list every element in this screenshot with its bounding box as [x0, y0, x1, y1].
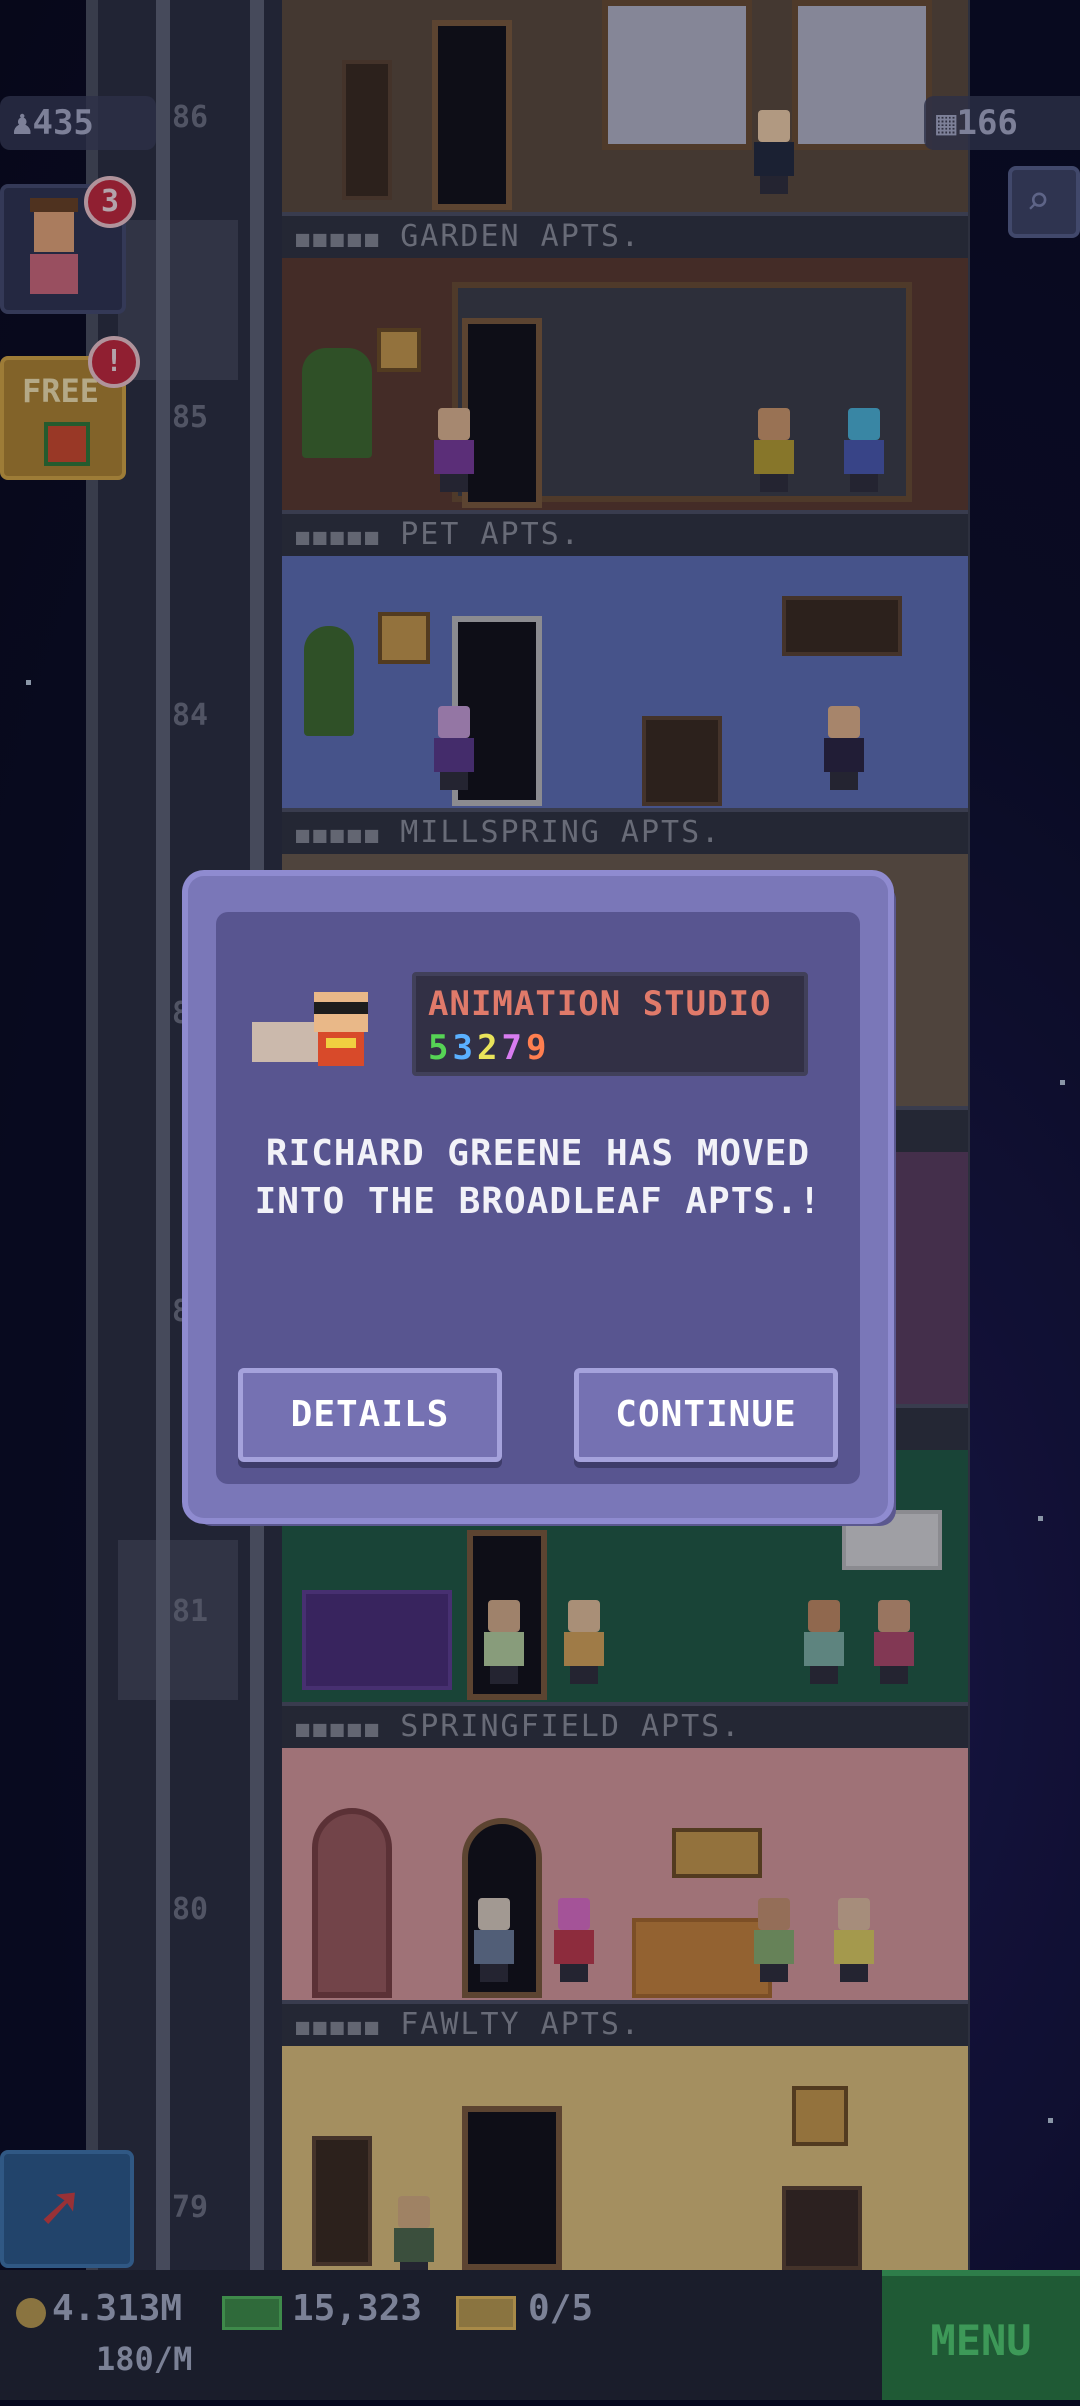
move-in-dialog: ANIMATION STUDIO 53279 RICHARD GREENE HA… [188, 876, 888, 1518]
code-digit: 5 [428, 1028, 453, 1068]
ticket-icon [456, 2296, 516, 2330]
move-in-message: RICHARD GREENE HAS MOVED INTO THE BROADL… [254, 1133, 822, 1222]
bux-icon [222, 2296, 282, 2330]
dialog-panel: ANIMATION STUDIO 53279 RICHARD GREENE HA… [216, 912, 860, 1484]
continue-button[interactable]: CONTINUE [574, 1368, 838, 1462]
code-digit: 2 [476, 1028, 502, 1068]
business-code: 53279 [428, 1028, 550, 1068]
details-button[interactable]: DETAILS [238, 1368, 502, 1462]
tickets-value: 0/5 [528, 2288, 594, 2329]
bux-value: 15,323 [292, 2288, 423, 2329]
code-digit: 3 [452, 1028, 477, 1068]
coins-rate: 180/M [96, 2340, 193, 2378]
business-info-box: ANIMATION STUDIO 53279 [412, 972, 808, 1076]
code-digit: 7 [501, 1028, 526, 1068]
coins-value: 4.313M [52, 2288, 183, 2329]
coin-icon [16, 2298, 46, 2328]
business-name: ANIMATION STUDIO [428, 984, 772, 1024]
rhino-bitizen-avatar [252, 982, 382, 1082]
code-digit: 9 [525, 1028, 551, 1068]
menu-button[interactable]: MENU [882, 2270, 1080, 2400]
